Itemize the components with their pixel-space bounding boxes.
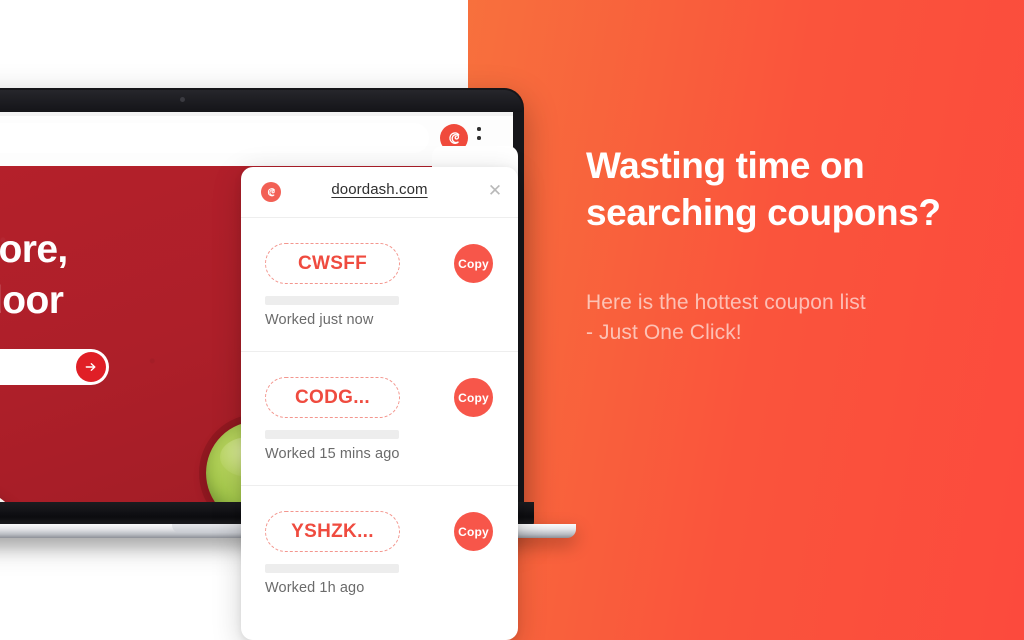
- coupon-status-label: Worked 1h ago: [265, 580, 365, 596]
- popup-header: doordash.com ✕: [241, 167, 518, 218]
- coupon-status-label: Worked just now: [265, 312, 374, 328]
- copy-button[interactable]: Copy: [454, 244, 493, 283]
- browser-tabstrip: [0, 112, 513, 116]
- coupon-row: CWSFF Copy Worked just now: [241, 218, 518, 352]
- arrow-right-icon[interactable]: [76, 352, 106, 382]
- marketing-subheadline: Here is the hottest coupon list - Just O…: [586, 291, 866, 344]
- coupon-description-placeholder: [265, 564, 399, 573]
- coupon-description-placeholder: [265, 430, 399, 439]
- coupon-status-label: Worked 15 mins ago: [265, 446, 400, 462]
- plate-of-food: [0, 486, 28, 502]
- address-bar-input[interactable]: [0, 123, 429, 153]
- coupon-code-pill[interactable]: YSHZK...: [265, 511, 400, 552]
- popup-domain-label: doordash.com: [331, 181, 428, 198]
- copy-button[interactable]: Copy: [454, 378, 493, 417]
- coupon-code-pill[interactable]: CWSFF: [265, 243, 400, 284]
- coupon-row: YSHZK... Copy Worked 1h ago: [241, 486, 518, 620]
- marketing-headline: Wasting time on searching coupons?: [586, 145, 941, 233]
- address-entry-field[interactable]: [0, 349, 109, 385]
- webcam-icon: [180, 97, 185, 102]
- close-icon[interactable]: ✕: [486, 182, 504, 200]
- promo-banner: d more, ur door: [0, 0, 1024, 640]
- copy-button[interactable]: Copy: [454, 512, 493, 551]
- coupon-description-placeholder: [265, 296, 399, 305]
- hero-heading: d more, ur door: [0, 228, 68, 323]
- coupon-row: CODG... Copy Worked 15 mins ago: [241, 352, 518, 486]
- extension-popup: doordash.com ✕ CWSFF Copy Worked just no…: [241, 167, 518, 640]
- coupon-code-pill[interactable]: CODG...: [265, 377, 400, 418]
